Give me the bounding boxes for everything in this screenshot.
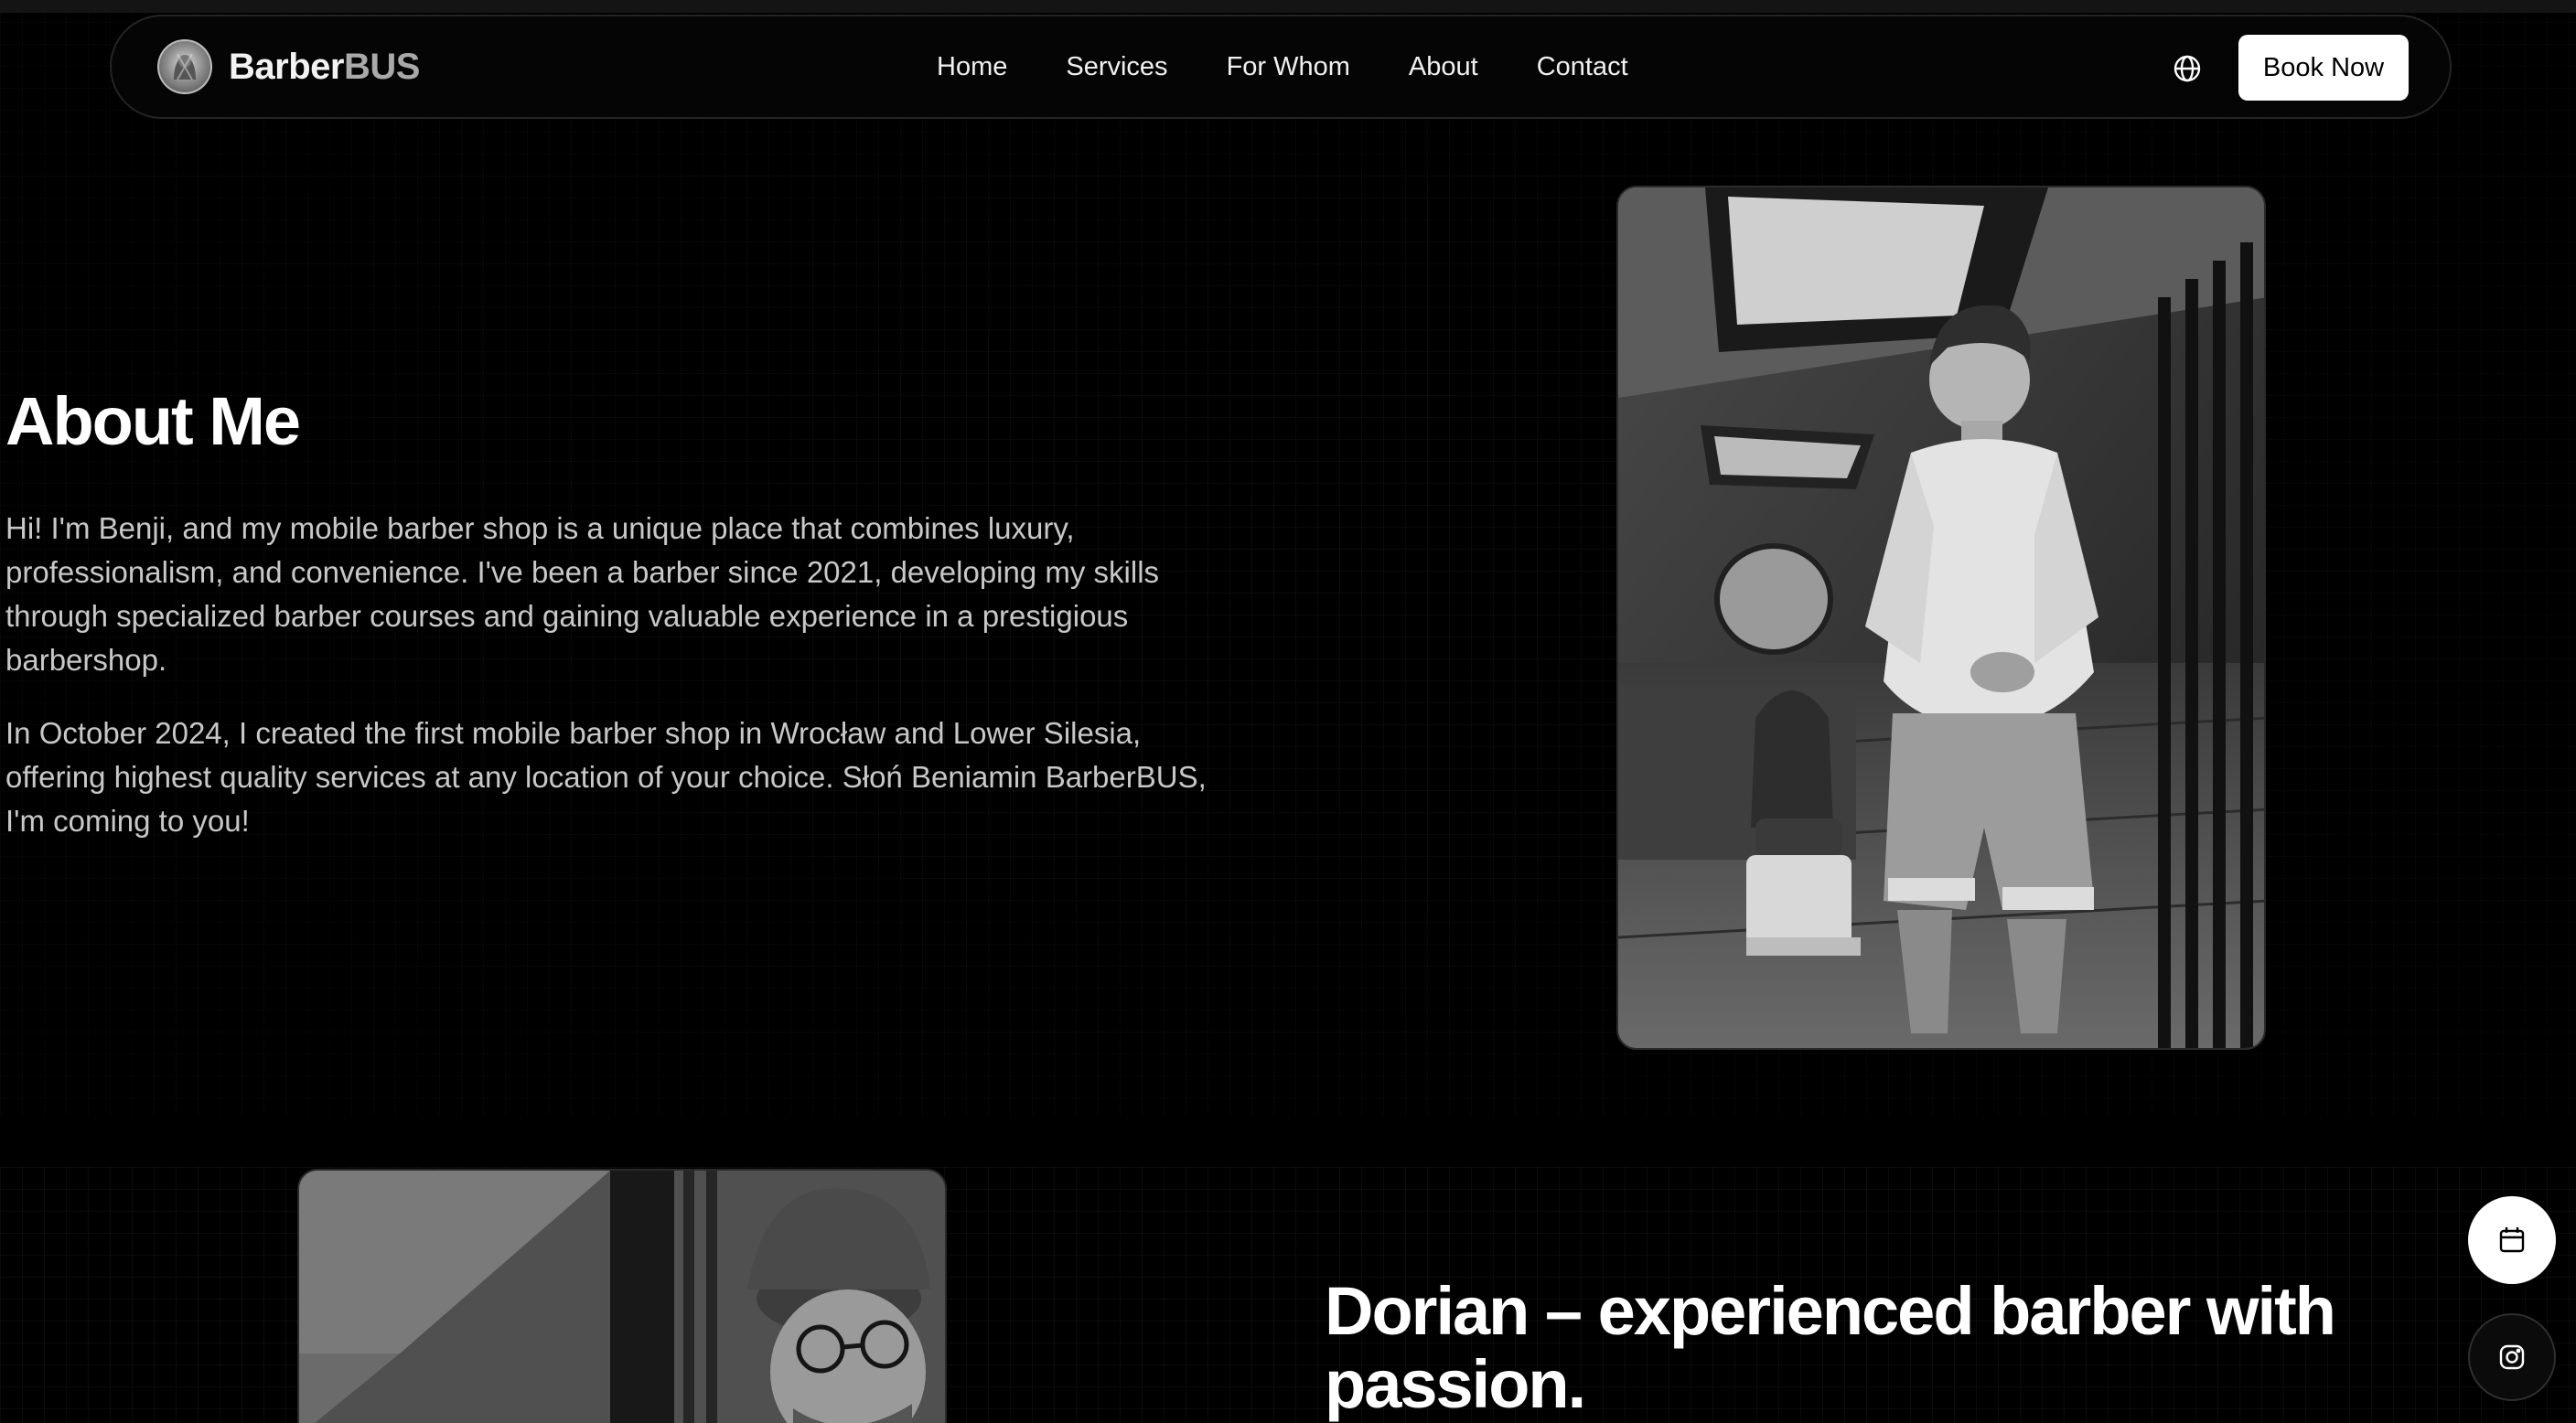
logo-icon [157,39,212,94]
brand-name-main: Barber [229,46,344,87]
brand[interactable]: BarberBUS [157,39,420,94]
instagram-icon [2499,1344,2525,1370]
nav-home[interactable]: Home [937,52,1007,82]
brand-name-accent: BUS [343,46,420,87]
floating-instagram-button[interactable] [2468,1313,2556,1401]
main-menu: Home Services For Whom About Contact [937,52,1687,82]
about-paragraph-2: In October 2024, I created the first mob… [5,716,1207,838]
nav-contact[interactable]: Contact [1537,52,1628,82]
about-paragraph-1: Hi! I'm Benji, and my mobile barber shop… [5,511,1160,677]
top-edge [0,0,2576,13]
globe-icon[interactable] [2172,53,2203,84]
about-title: About Me [5,383,301,459]
dorian-photo [297,1169,947,1423]
nav-about[interactable]: About [1409,52,1478,82]
brand-name: BarberBUS [229,47,420,88]
navbar: BarberBUS Home Services For Whom About C… [110,15,2452,119]
nav-services[interactable]: Services [1066,52,1167,82]
about-text: Hi! I'm Benji, and my mobile barber shop… [5,507,1231,872]
nav-for-whom[interactable]: For Whom [1227,52,1350,82]
floating-calendar-button[interactable] [2468,1196,2556,1284]
benji-photo [1616,186,2266,1050]
calendar-icon [2499,1227,2525,1253]
book-now-button[interactable]: Book Now [2238,35,2409,101]
dorian-title: Dorian – experienced barber with passion… [1325,1273,2336,1422]
